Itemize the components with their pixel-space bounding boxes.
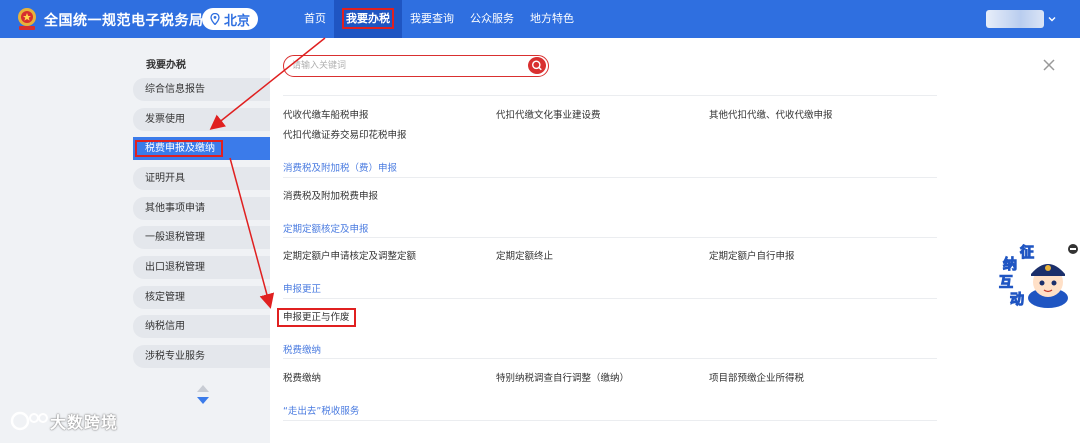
section-title-going-global: “走出去”税收服务 bbox=[283, 406, 360, 417]
sidebar-item-professional-service[interactable]: 涉税专业服务 bbox=[133, 345, 270, 368]
link-quota-adjust[interactable]: 定期定额户申请核定及调整定额 bbox=[283, 248, 416, 262]
mascot-char: 纳 bbox=[1003, 257, 1018, 274]
mascot-minimize-icon[interactable] bbox=[1068, 244, 1078, 254]
tax-emblem-icon[interactable] bbox=[16, 7, 38, 31]
divider bbox=[283, 358, 937, 359]
divider bbox=[283, 177, 937, 178]
divider bbox=[283, 420, 937, 421]
user-avatar-blurred[interactable] bbox=[986, 10, 1044, 28]
search-box[interactable] bbox=[283, 55, 549, 77]
search-icon bbox=[532, 60, 542, 71]
link-prepaid-income-tax[interactable]: 项目部预缴企业所得税 bbox=[709, 370, 804, 384]
top-header: 全国统一规范电子税务局 北京 首页 我要办税 我要查询 公众服务 地方特色 bbox=[0, 0, 1080, 38]
sidebar-title: 我要办税 bbox=[146, 60, 186, 71]
link-culture-fee[interactable]: 代扣代缴文化事业建设费 bbox=[496, 107, 601, 121]
section-title-declaration-correction: 申报更正 bbox=[283, 284, 322, 295]
link-tax-payment[interactable]: 税费缴纳 bbox=[283, 370, 321, 384]
divider bbox=[283, 237, 937, 238]
content-panel bbox=[270, 38, 1080, 443]
main-nav: 首页 我要办税 我要查询 公众服务 地方特色 bbox=[296, 0, 582, 38]
region-label: 北京 bbox=[224, 13, 251, 29]
link-stamp-tax[interactable]: 代扣代缴证券交易印花税申报 bbox=[283, 127, 407, 141]
watermark: 大数跨境 bbox=[10, 408, 118, 434]
sidebar-item-tax-declaration-label: 税费申报及缴纳 bbox=[135, 140, 223, 157]
search-button[interactable] bbox=[528, 57, 546, 74]
nav-public-service[interactable]: 公众服务 bbox=[462, 0, 522, 38]
section-title-fixed-quota: 定期定额核定及申报 bbox=[283, 224, 369, 235]
region-selector[interactable]: 北京 bbox=[202, 8, 258, 30]
sidebar-item-export-refund[interactable]: 出口退税管理 bbox=[133, 256, 270, 279]
link-correction-void[interactable]: 申报更正与作废 bbox=[277, 308, 356, 327]
link-correction-void-label: 申报更正与作废 bbox=[277, 308, 356, 327]
site-title[interactable]: 全国统一规范电子税务局 bbox=[44, 10, 204, 30]
link-consumption-tax-declare[interactable]: 消费税及附加税费申报 bbox=[283, 188, 378, 202]
divider bbox=[283, 95, 937, 96]
mascot-char: 动 bbox=[1010, 292, 1025, 309]
link-quota-self-declare[interactable]: 定期定额户自行申报 bbox=[709, 248, 795, 262]
mascot-char: 征 bbox=[1020, 245, 1035, 262]
section-title-tax-payment: 税费缴纳 bbox=[283, 345, 322, 356]
sidebar-item-general-refund[interactable]: 一般退税管理 bbox=[133, 226, 270, 249]
watermark-logo-icon bbox=[10, 411, 48, 431]
sidebar-item-credit[interactable]: 纳税信用 bbox=[133, 315, 270, 338]
nav-tax-handling-label: 我要办税 bbox=[342, 8, 394, 29]
sidebar-item-certificate[interactable]: 证明开具 bbox=[133, 167, 270, 190]
location-pin-icon bbox=[210, 13, 220, 25]
nav-local-feature[interactable]: 地方特色 bbox=[522, 0, 582, 38]
sidebar-item-other-applications[interactable]: 其他事项申请 bbox=[133, 197, 270, 220]
divider bbox=[283, 298, 937, 299]
sidebar-item-assessment[interactable]: 核定管理 bbox=[133, 286, 270, 309]
link-vehicle-vessel-tax[interactable]: 代收代缴车船税申报 bbox=[283, 107, 369, 121]
link-quota-terminate[interactable]: 定期定额终止 bbox=[496, 248, 553, 262]
watermark-text: 大数跨境 bbox=[50, 413, 119, 432]
search-input[interactable] bbox=[292, 59, 522, 73]
close-icon[interactable] bbox=[1042, 58, 1056, 72]
nav-home[interactable]: 首页 bbox=[296, 0, 334, 38]
nav-tax-handling[interactable]: 我要办税 bbox=[334, 0, 402, 38]
sidebar-item-comprehensive-report[interactable]: 综合信息报告 bbox=[133, 78, 270, 101]
sidebar-scroll-arrows-icon[interactable] bbox=[195, 384, 211, 406]
nav-query[interactable]: 我要查询 bbox=[402, 0, 462, 38]
link-special-adjustment[interactable]: 特别纳税调查自行调整（缴纳） bbox=[496, 370, 629, 384]
section-title-consumption-tax: 消费税及附加税（费）申报 bbox=[283, 163, 398, 174]
chevron-down-icon[interactable] bbox=[1047, 14, 1057, 24]
sidebar-item-tax-declaration[interactable]: 税费申报及缴纳 bbox=[133, 137, 270, 160]
link-other-withholding[interactable]: 其他代扣代缴、代收代缴申报 bbox=[709, 107, 833, 121]
sidebar-item-invoice-use[interactable]: 发票使用 bbox=[133, 108, 270, 131]
